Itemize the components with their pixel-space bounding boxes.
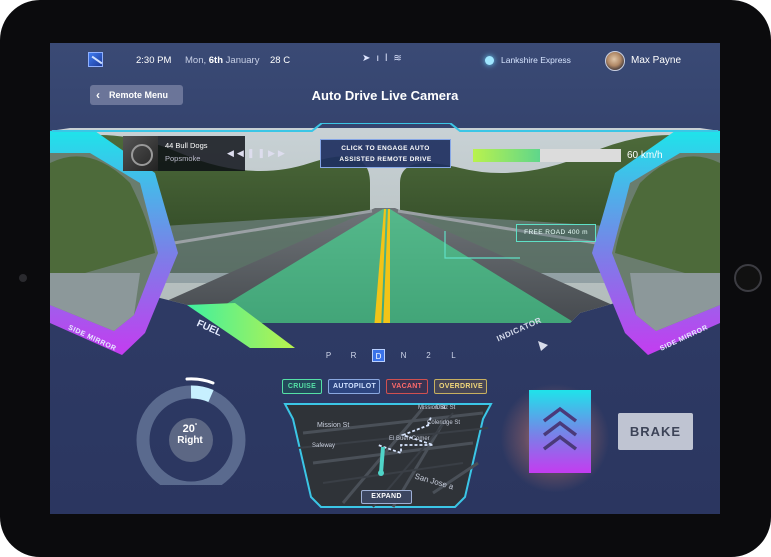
- speed-readout: 60 km/h: [627, 150, 663, 161]
- temperature: 28 C: [270, 55, 291, 66]
- indicator-arrow-right-icon[interactable]: [538, 341, 548, 351]
- steering-direction: Right: [177, 435, 203, 446]
- gear-l[interactable]: L: [441, 349, 466, 362]
- signal-icon: ıl: [376, 53, 394, 64]
- gear-p[interactable]: P: [316, 349, 341, 362]
- navigation-icon: ➤: [362, 53, 377, 64]
- music-player: 44 Bull Dogs Popsmoke ◀◀❚❚▶▶: [123, 136, 285, 171]
- album-art: [123, 136, 158, 171]
- pause-icon[interactable]: ❚❚: [247, 148, 268, 158]
- fast-forward-icon[interactable]: ▶▶: [268, 148, 288, 158]
- rewind-icon[interactable]: ◀◀: [227, 148, 247, 158]
- map-street-label: El Buen Comer: [389, 436, 430, 442]
- gear-selector: P R D N 2 L: [316, 349, 466, 362]
- clock-date: Mon, 6th January: [185, 55, 260, 66]
- song-title: 44 Bull Dogs: [165, 141, 208, 150]
- front-camera: [19, 274, 27, 282]
- steering-angle: 20°: [182, 423, 198, 435]
- wifi-icon: ≋: [393, 53, 408, 64]
- avatar[interactable]: [605, 51, 625, 71]
- connectivity-icons: ➤ıl≋: [362, 53, 408, 64]
- page-title: Auto Drive Live Camera: [311, 88, 459, 103]
- home-button[interactable]: [734, 264, 762, 292]
- route-status-icon: [485, 56, 494, 65]
- screen: 2:30 PM Mon, 6th January 28 C ➤ıl≋ Lanks…: [50, 43, 720, 514]
- map-street-label: Mission St: [317, 422, 350, 429]
- map-street-label: Coleridge St: [427, 420, 461, 426]
- speed-bar: [473, 149, 621, 162]
- drive-modes: CRUISE AUTOPILOT VACANT OVERDRIVE: [282, 379, 487, 394]
- tablet-frame: 2:30 PM Mon, 6th January 28 C ➤ıl≋ Lanks…: [0, 0, 771, 557]
- app-logo-icon: [88, 52, 103, 67]
- steering-readout: 20° Right: [168, 423, 212, 461]
- playback-controls: ◀◀❚❚▶▶: [227, 148, 288, 159]
- gear-d[interactable]: D: [372, 349, 385, 362]
- chevrons-up-icon: [542, 406, 578, 451]
- user-name[interactable]: Max Payne: [631, 55, 681, 66]
- expand-map-button[interactable]: EXPAND: [361, 490, 412, 504]
- vehicle-position-icon: [378, 470, 384, 476]
- engage-line-2: ASSISTED REMOTE DRIVE: [339, 156, 432, 163]
- map-street-label: Safeway: [312, 443, 336, 449]
- status-bar: 2:30 PM Mon, 6th January 28 C ➤ıl≋ Lanks…: [50, 43, 720, 79]
- mode-vacant[interactable]: VACANT: [386, 379, 428, 394]
- gear-2[interactable]: 2: [416, 349, 441, 362]
- brake-button[interactable]: BRAKE: [618, 413, 693, 450]
- free-road-marker: FREE ROAD 400 m: [516, 224, 596, 242]
- accelerate-button[interactable]: [529, 390, 591, 473]
- gear-n[interactable]: N: [391, 349, 416, 362]
- mode-cruise[interactable]: CRUISE: [282, 379, 322, 394]
- engage-line-1: CLICK TO ENGAGE AUTO: [341, 145, 430, 152]
- gear-r[interactable]: R: [341, 349, 366, 362]
- route-name[interactable]: Lankshire Express: [501, 55, 571, 65]
- clock-time: 2:30 PM: [136, 55, 172, 66]
- speed-bar-fill: [473, 149, 540, 162]
- mode-autopilot[interactable]: AUTOPILOT: [328, 379, 380, 394]
- mode-overdrive[interactable]: OVERDRIVE: [434, 379, 487, 394]
- engage-auto-drive-button[interactable]: CLICK TO ENGAGE AUTO ASSISTED REMOTE DRI…: [320, 139, 451, 168]
- artist-name: Popsmoke: [165, 154, 201, 163]
- map-street-label: Diaz St: [436, 405, 456, 411]
